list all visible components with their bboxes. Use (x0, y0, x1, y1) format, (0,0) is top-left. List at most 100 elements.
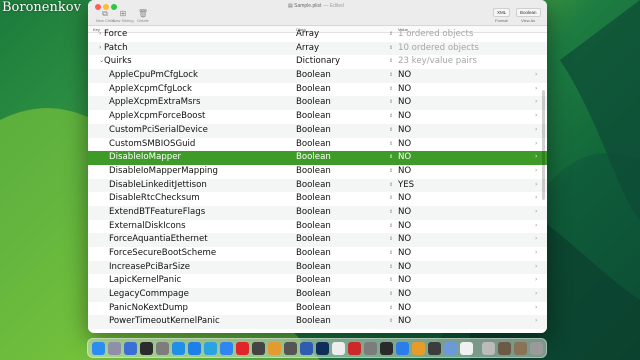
chevron-right-icon[interactable]: › (535, 290, 537, 297)
chatgpt-icon[interactable] (380, 342, 393, 355)
delete-button[interactable]: 🗑 Delete (130, 9, 156, 23)
up-down-arrows-icon[interactable]: ⇕ (389, 127, 393, 133)
sublime-icon[interactable] (460, 342, 473, 355)
plist-row[interactable]: LegacyCommpage Boolean ⇕ NO › (88, 288, 547, 302)
photoshop-icon[interactable] (316, 342, 329, 355)
chevron-right-icon[interactable]: › (535, 98, 537, 105)
up-down-arrows-icon[interactable]: ⇕ (389, 86, 393, 92)
row-class[interactable]: Boolean (296, 125, 331, 135)
mail-icon[interactable] (220, 342, 233, 355)
chevron-right-icon[interactable]: › (535, 276, 537, 283)
row-value[interactable]: NO (398, 262, 411, 272)
vertical-scrollbar[interactable] (542, 90, 545, 200)
row-key[interactable]: Patch (104, 43, 128, 53)
up-down-arrows-icon[interactable]: ⇕ (389, 223, 393, 229)
row-class[interactable]: Array (296, 29, 319, 39)
chevron-right-icon[interactable]: › (535, 71, 537, 78)
row-class[interactable]: Boolean (296, 303, 331, 313)
photos-icon[interactable] (268, 342, 281, 355)
chevron-right-icon[interactable]: › (535, 112, 537, 119)
final-cut-icon[interactable] (252, 342, 265, 355)
row-class[interactable]: Boolean (296, 193, 331, 203)
row-key[interactable]: LapicKernelPanic (109, 275, 181, 285)
row-class[interactable]: Boolean (296, 234, 331, 244)
up-down-arrows-icon[interactable]: ⇕ (389, 45, 393, 51)
finder-icon[interactable] (92, 342, 105, 355)
row-key[interactable]: CustomSMBIOSGuid (109, 139, 195, 149)
row-key[interactable]: DisableRtcChecksum (109, 193, 200, 203)
up-down-arrows-icon[interactable]: ⇕ (389, 72, 393, 78)
row-key[interactable]: DisableIoMapperMapping (109, 166, 218, 176)
up-down-arrows-icon[interactable]: ⇕ (389, 195, 393, 201)
plist-row[interactable]: ForceAquantiaEthernet Boolean ⇕ NO › (88, 233, 547, 247)
chevron-right-icon[interactable]: › (535, 126, 537, 133)
plist-row[interactable]: ForceSecureBootScheme Boolean ⇕ NO › (88, 247, 547, 261)
chevron-right-icon[interactable]: › (535, 140, 537, 147)
row-class[interactable]: Boolean (296, 221, 331, 231)
plist-row[interactable]: › Force Array ⇕ 1 ordered objects (88, 28, 547, 42)
row-key[interactable]: AppleCpuPmCfgLock (109, 70, 198, 80)
plist-row[interactable]: PowerTimeoutKernelPanic Boolean ⇕ NO › (88, 315, 547, 330)
row-value[interactable]: 23 key/value pairs (398, 56, 477, 66)
disclosure-collapsed-icon[interactable]: › (99, 44, 101, 51)
activity-monitor-icon[interactable] (428, 342, 441, 355)
hackintool-icon[interactable] (300, 342, 313, 355)
plist-row[interactable]: LapicKernelPanic Boolean ⇕ NO › (88, 274, 547, 288)
row-key[interactable]: AppleXcpmCfgLock (109, 84, 192, 94)
plist-row[interactable]: AppleXcpmExtraMsrs Boolean ⇕ NO › (88, 96, 547, 111)
row-key[interactable]: IncreasePciBarSize (109, 262, 190, 272)
plist-row[interactable]: DisableLinkeditJettison Boolean ⇕ YES › (88, 178, 547, 193)
chevron-right-icon[interactable]: › (535, 167, 537, 174)
row-key[interactable]: ExtendBTFeatureFlags (109, 207, 205, 217)
row-class[interactable]: Boolean (296, 166, 331, 176)
folder-icon[interactable] (498, 342, 511, 355)
app-store-icon[interactable] (188, 342, 201, 355)
row-class[interactable]: Boolean (296, 180, 331, 190)
plist-row[interactable]: AppleCpuPmCfgLock Boolean ⇕ NO › (88, 69, 547, 83)
terminal-icon[interactable] (140, 342, 153, 355)
row-key[interactable]: ExternalDiskIcons (109, 221, 186, 231)
row-key[interactable]: AppleXcpmForceBoost (109, 111, 205, 121)
row-key[interactable]: Quirks (104, 56, 132, 66)
up-down-arrows-icon[interactable]: ⇕ (389, 99, 393, 105)
up-down-arrows-icon[interactable]: ⇕ (389, 236, 393, 242)
row-class[interactable]: Boolean (296, 97, 331, 107)
row-value[interactable]: NO (398, 84, 411, 94)
row-class[interactable]: Array (296, 43, 319, 53)
row-value[interactable]: NO (398, 111, 411, 121)
plist-row[interactable]: DisableIoMapper Boolean ⇕ NO › (88, 151, 547, 165)
row-value[interactable]: NO (398, 70, 411, 80)
downloads-icon[interactable] (514, 342, 527, 355)
text-editor-icon[interactable] (332, 342, 345, 355)
row-class[interactable]: Boolean (296, 139, 331, 149)
format-selector[interactable]: XML (493, 8, 511, 17)
row-value[interactable]: NO (398, 139, 411, 149)
chevron-right-icon[interactable]: › (535, 153, 537, 160)
row-value[interactable]: NO (398, 289, 411, 299)
chevron-right-icon[interactable]: › (535, 181, 537, 188)
row-value[interactable]: NO (398, 234, 411, 244)
plist-row[interactable]: CustomPciSerialDevice Boolean ⇕ NO › (88, 123, 547, 138)
music-app-icon[interactable] (284, 342, 297, 355)
chevron-right-icon[interactable]: › (535, 222, 537, 229)
row-class[interactable]: Boolean (296, 152, 331, 162)
propertree-icon[interactable] (348, 342, 361, 355)
row-class[interactable]: Boolean (296, 207, 331, 217)
row-value[interactable]: NO (398, 303, 411, 313)
plist-row[interactable]: DisableRtcChecksum Boolean ⇕ NO › (88, 192, 547, 206)
row-key[interactable]: DisableLinkeditJettison (109, 180, 207, 190)
chevron-right-icon[interactable]: › (535, 263, 537, 270)
trash-icon[interactable] (530, 342, 543, 355)
plist-row[interactable]: CustomSMBIOSGuid Boolean ⇕ NO › (88, 138, 547, 152)
row-class[interactable]: Boolean (296, 248, 331, 258)
row-value[interactable]: NO (398, 125, 411, 135)
plist-row[interactable]: ExternalDiskIcons Boolean ⇕ NO › (88, 220, 547, 234)
row-class[interactable]: Boolean (296, 111, 331, 121)
row-class[interactable]: Boolean (296, 275, 331, 285)
row-value[interactable]: YES (398, 180, 414, 190)
opera-icon[interactable] (236, 342, 249, 355)
row-class[interactable]: Boolean (296, 262, 331, 272)
row-value[interactable]: NO (398, 152, 411, 162)
row-class[interactable]: Boolean (296, 84, 331, 94)
row-key[interactable]: CustomPciSerialDevice (109, 125, 208, 135)
